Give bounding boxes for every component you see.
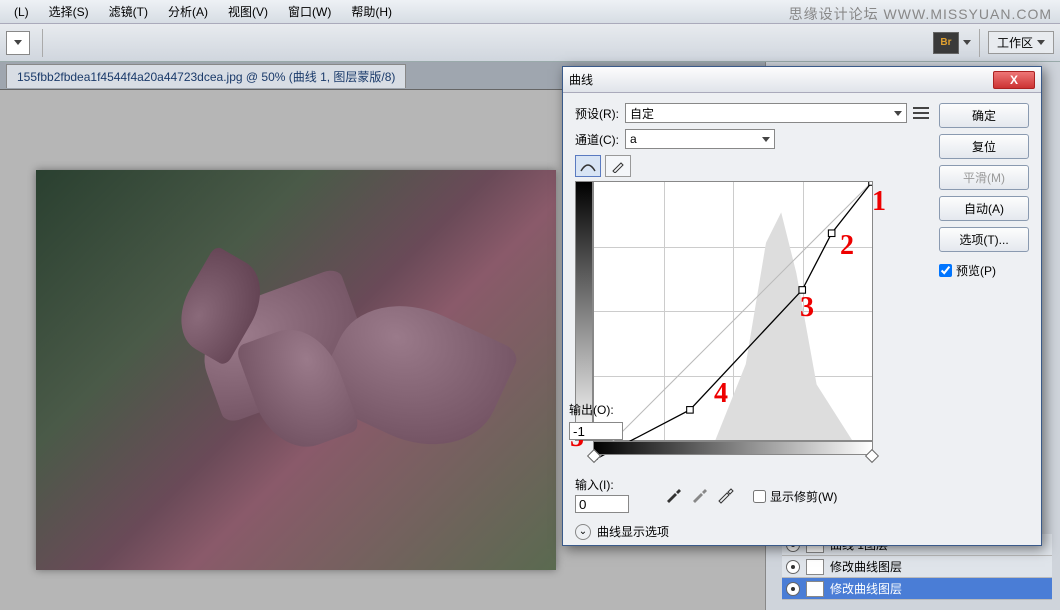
separator [979,29,980,57]
bridge-icon[interactable]: Br [933,32,959,54]
reset-button[interactable]: 复位 [939,134,1029,159]
curves-dialog: 曲线 X 预设(R): 自定 通道(C): a [562,66,1042,546]
curve-icon [579,159,597,173]
pencil-icon [611,159,625,173]
show-clipping-checkbox[interactable] [753,490,766,503]
preset-menu-icon[interactable] [913,107,929,119]
options-button[interactable]: 选项(T)... [939,227,1029,252]
chevron-down-icon [14,40,22,45]
preview-label: 预览(P) [956,262,996,279]
black-eyedropper[interactable] [663,485,683,505]
output-label: 输出(O): [569,401,614,418]
dialog-title: 曲线 [569,71,993,88]
input-label: 输入(I): [575,476,629,493]
auto-button[interactable]: 自动(A) [939,196,1029,221]
input-gradient [593,441,873,455]
channel-dropdown[interactable]: a [625,129,775,149]
preset-dropdown[interactable]: 自定 [625,103,907,123]
menu-item[interactable]: 分析(A) [160,1,216,22]
chevron-down-icon [894,111,902,116]
workspace-label: 工作区 [997,34,1033,51]
workspace-dropdown[interactable]: 工作区 [988,31,1054,54]
preset-value: 自定 [630,105,654,122]
chevron-down-icon [1037,40,1045,45]
visibility-icon[interactable] [786,582,800,596]
options-bar: Br 工作区 [0,24,1060,62]
tool-preset-dropdown[interactable] [6,31,30,55]
document-image [36,170,556,570]
separator [42,29,43,57]
output-input[interactable] [569,422,623,440]
layer-row[interactable]: 修改曲线图层 [782,556,1052,578]
dialog-titlebar[interactable]: 曲线 X [563,67,1041,93]
layer-thumbnail [806,581,824,597]
curve-point-tool[interactable] [575,155,601,177]
menu-item[interactable]: 帮助(H) [343,1,400,22]
menu-item[interactable]: (L) [6,3,37,21]
menu-item[interactable]: 滤镜(T) [101,1,156,22]
menu-item[interactable]: 视图(V) [220,1,276,22]
ok-button[interactable]: 确定 [939,103,1029,128]
channel-label: 通道(C): [575,131,619,148]
show-clipping-label: 显示修剪(W) [770,488,837,505]
white-eyedropper[interactable] [715,485,735,505]
layer-name: 修改曲线图层 [830,580,902,597]
smooth-button[interactable]: 平滑(M) [939,165,1029,190]
input-input[interactable] [575,495,629,513]
layer-thumbnail [806,559,824,575]
menu-item[interactable]: 窗口(W) [280,1,339,22]
channel-value: a [630,132,637,146]
visibility-icon[interactable] [786,560,800,574]
close-button[interactable]: X [993,71,1035,89]
expand-toggle[interactable]: ⌄ [575,524,591,540]
document-tab[interactable]: 155fbb2fbdea1f4544f4a20a44723dcea.jpg @ … [6,64,406,88]
layer-row[interactable]: 修改曲线图层 [782,578,1052,600]
preview-checkbox[interactable] [939,264,952,277]
preset-label: 预设(R): [575,105,619,122]
watermark: 思缘设计论坛 WWW.MISSYUAN.COM [789,4,1052,24]
curve-options-label: 曲线显示选项 [597,523,669,540]
chevron-down-icon [963,40,971,45]
gray-eyedropper[interactable] [689,485,709,505]
layer-name: 修改曲线图层 [830,558,902,575]
curve-pencil-tool[interactable] [605,155,631,177]
chevron-down-icon [762,137,770,142]
menu-item[interactable]: 选择(S) [41,1,97,22]
annotation-1: 1 [872,186,886,218]
